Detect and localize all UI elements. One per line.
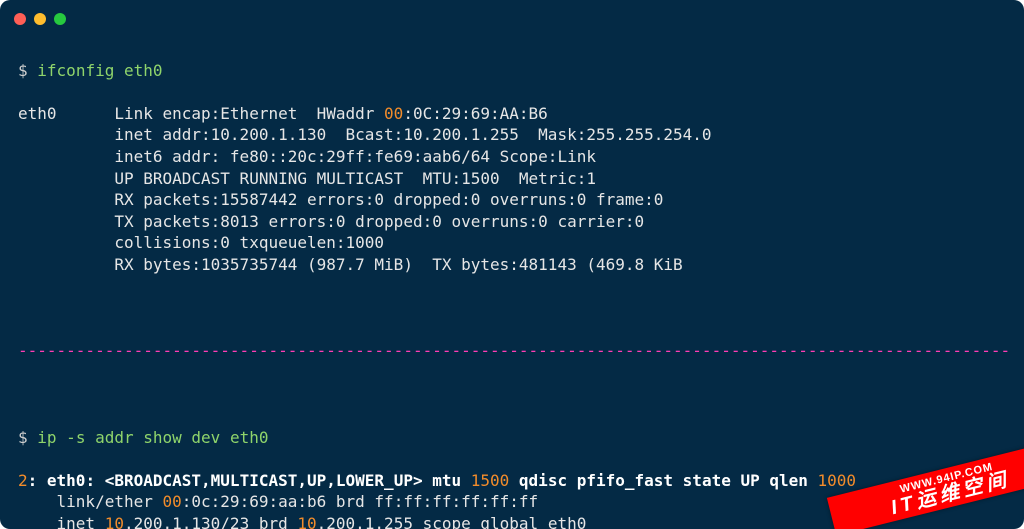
terminal-window: $ ifconfig eth0 eth0 Link encap:Ethernet… xyxy=(0,0,1024,529)
close-icon[interactable] xyxy=(14,13,26,25)
collisions-line: collisions:0 txqueuelen:1000 xyxy=(114,233,384,252)
tx-line: TX packets:8013 errors:0 dropped:0 overr… xyxy=(114,212,644,231)
zoom-icon[interactable] xyxy=(54,13,66,25)
blank-2 xyxy=(18,384,1006,406)
bytes-line: RX bytes:1035735744 (987.7 MiB) TX bytes… xyxy=(114,255,682,274)
prompt-symbol: $ xyxy=(18,61,28,80)
inet6-line: inet6 addr: fe80::20c:29ff:fe69:aab6/64 … xyxy=(114,147,596,166)
blank-1 xyxy=(18,297,1006,319)
separator: ----------------------------------------… xyxy=(18,340,1006,362)
ifconfig-output: eth0 Link encap:Ethernet HWaddr 00:0C:29… xyxy=(18,103,1006,276)
inet-line: inet addr:10.200.1.130 Bcast:10.200.1.25… xyxy=(114,125,711,144)
prompt-symbol: $ xyxy=(18,428,28,447)
rx-line: RX packets:15587442 errors:0 dropped:0 o… xyxy=(114,190,663,209)
command-1: ifconfig eth0 xyxy=(37,61,162,80)
terminal-content: $ ifconfig eth0 eth0 Link encap:Ethernet… xyxy=(0,34,1024,529)
minimize-icon[interactable] xyxy=(34,13,46,25)
command-2: ip -s addr show dev eth0 xyxy=(37,428,268,447)
titlebar xyxy=(0,0,1024,34)
command-line-1: $ ifconfig eth0 xyxy=(18,60,1006,82)
flags-line: UP BROADCAST RUNNING MULTICAST MTU:1500 … xyxy=(114,169,596,188)
iface: eth0 xyxy=(18,104,57,123)
command-line-2: $ ip -s addr show dev eth0 xyxy=(18,427,1006,449)
